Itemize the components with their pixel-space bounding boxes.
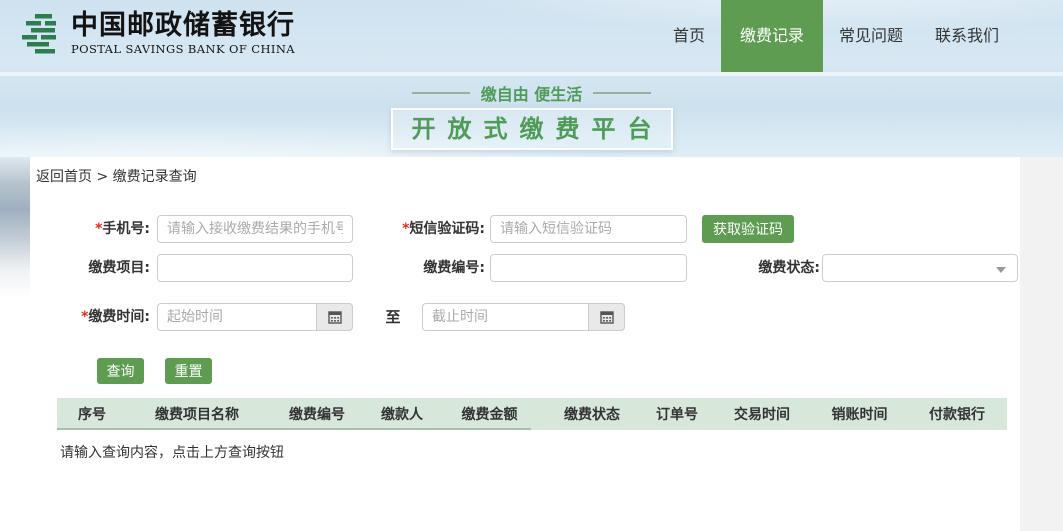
payment-item-label: 缴费项目: bbox=[30, 254, 150, 282]
end-time-calendar-button[interactable] bbox=[588, 303, 625, 331]
query-button[interactable]: 查询 bbox=[97, 358, 144, 384]
banner-tagline: 缴自由 便生活 bbox=[481, 81, 583, 105]
column-header-amount: 缴费金额 bbox=[437, 404, 542, 424]
time-range-separator: 至 bbox=[378, 303, 408, 331]
payment-number-label: 缴费编号: bbox=[325, 254, 485, 282]
tagline-line-left bbox=[412, 92, 470, 94]
left-background-strip bbox=[0, 157, 30, 531]
column-header-payer: 缴款人 bbox=[367, 404, 437, 424]
start-time-input[interactable] bbox=[157, 303, 316, 331]
payment-time-label: *缴费时间: bbox=[30, 303, 150, 331]
sms-code-label: *短信验证码: bbox=[325, 215, 485, 243]
calendar-icon bbox=[600, 310, 614, 324]
phone-input[interactable] bbox=[157, 215, 353, 243]
column-header-trade-time: 交易时间 bbox=[712, 404, 812, 424]
column-header-index: 序号 bbox=[57, 404, 127, 424]
column-header-payment-number: 缴费编号 bbox=[267, 404, 367, 424]
page: 中国邮政储蓄银行 POSTAL SAVINGS BANK OF CHINA 首页… bbox=[0, 0, 1063, 531]
nav-item-payment-records[interactable]: 缴费记录 bbox=[721, 0, 823, 72]
sky-background: 中国邮政储蓄银行 POSTAL SAVINGS BANK OF CHINA 首页… bbox=[0, 0, 1063, 157]
psbc-emblem-icon bbox=[22, 14, 62, 59]
calendar-icon bbox=[328, 310, 342, 324]
breadcrumb-current: 缴费记录查询 bbox=[113, 169, 197, 185]
column-header-item-name: 缴费项目名称 bbox=[127, 404, 267, 424]
results-table-header: 序号 缴费项目名称 缴费编号 缴款人 缴费金额 缴费状态 订单号 交易时间 销账… bbox=[57, 398, 1007, 430]
main-nav: 首页 缴费记录 常见问题 联系我们 bbox=[657, 0, 1015, 72]
breadcrumb-separator: > bbox=[92, 169, 113, 185]
chevron-down-icon bbox=[996, 267, 1006, 273]
payment-status-label: 缴费状态: bbox=[678, 254, 820, 282]
start-time-calendar-button[interactable] bbox=[316, 303, 353, 331]
tagline-line-right bbox=[593, 92, 651, 94]
nav-item-home[interactable]: 首页 bbox=[657, 0, 721, 72]
end-time-input[interactable] bbox=[422, 303, 588, 331]
brand-name-en: POSTAL SAVINGS BANK OF CHINA bbox=[71, 42, 295, 56]
brand-logo-link[interactable]: 中国邮政储蓄银行 POSTAL SAVINGS BANK OF CHINA bbox=[22, 11, 295, 59]
brand-name-cn: 中国邮政储蓄银行 bbox=[71, 11, 295, 40]
reset-button[interactable]: 重置 bbox=[165, 358, 212, 384]
banner-title-box: 开放式缴费平台 bbox=[391, 108, 673, 150]
nav-item-faq[interactable]: 常见问题 bbox=[823, 0, 919, 72]
get-code-button[interactable]: 获取验证码 bbox=[702, 215, 794, 243]
banner: 缴自由 便生活 开放式缴费平台 bbox=[0, 81, 1063, 150]
right-background-strip bbox=[1020, 157, 1063, 531]
breadcrumb-home-link[interactable]: 返回首页 bbox=[36, 169, 92, 185]
content-panel: 返回首页 > 缴费记录查询 *手机号: *短信验证码: 获取验证码 缴费项目: … bbox=[30, 157, 1020, 531]
sms-code-input[interactable] bbox=[490, 215, 687, 243]
table-header-underline bbox=[57, 428, 531, 430]
banner-title: 开放式缴费平台 bbox=[412, 115, 664, 143]
column-header-paying-bank: 付款银行 bbox=[907, 404, 1007, 424]
column-header-status: 缴费状态 bbox=[542, 404, 642, 424]
empty-results-message: 请输入查询内容，点击上方查询按钮 bbox=[60, 442, 284, 462]
top-bar: 中国邮政储蓄银行 POSTAL SAVINGS BANK OF CHINA 首页… bbox=[0, 0, 1063, 72]
column-header-writeoff-time: 销账时间 bbox=[812, 404, 907, 424]
end-time-group bbox=[422, 303, 625, 331]
column-header-order-number: 订单号 bbox=[642, 404, 712, 424]
payment-number-input[interactable] bbox=[490, 254, 687, 282]
breadcrumb: 返回首页 > 缴费记录查询 bbox=[36, 166, 197, 186]
nav-item-contact[interactable]: 联系我们 bbox=[919, 0, 1015, 72]
banner-tagline-row: 缴自由 便生活 bbox=[0, 81, 1063, 105]
payment-item-input[interactable] bbox=[157, 254, 353, 282]
brand-text: 中国邮政储蓄银行 POSTAL SAVINGS BANK OF CHINA bbox=[71, 11, 295, 56]
start-time-group bbox=[157, 303, 353, 331]
payment-status-select[interactable] bbox=[822, 254, 1018, 282]
phone-label: *手机号: bbox=[30, 215, 150, 243]
